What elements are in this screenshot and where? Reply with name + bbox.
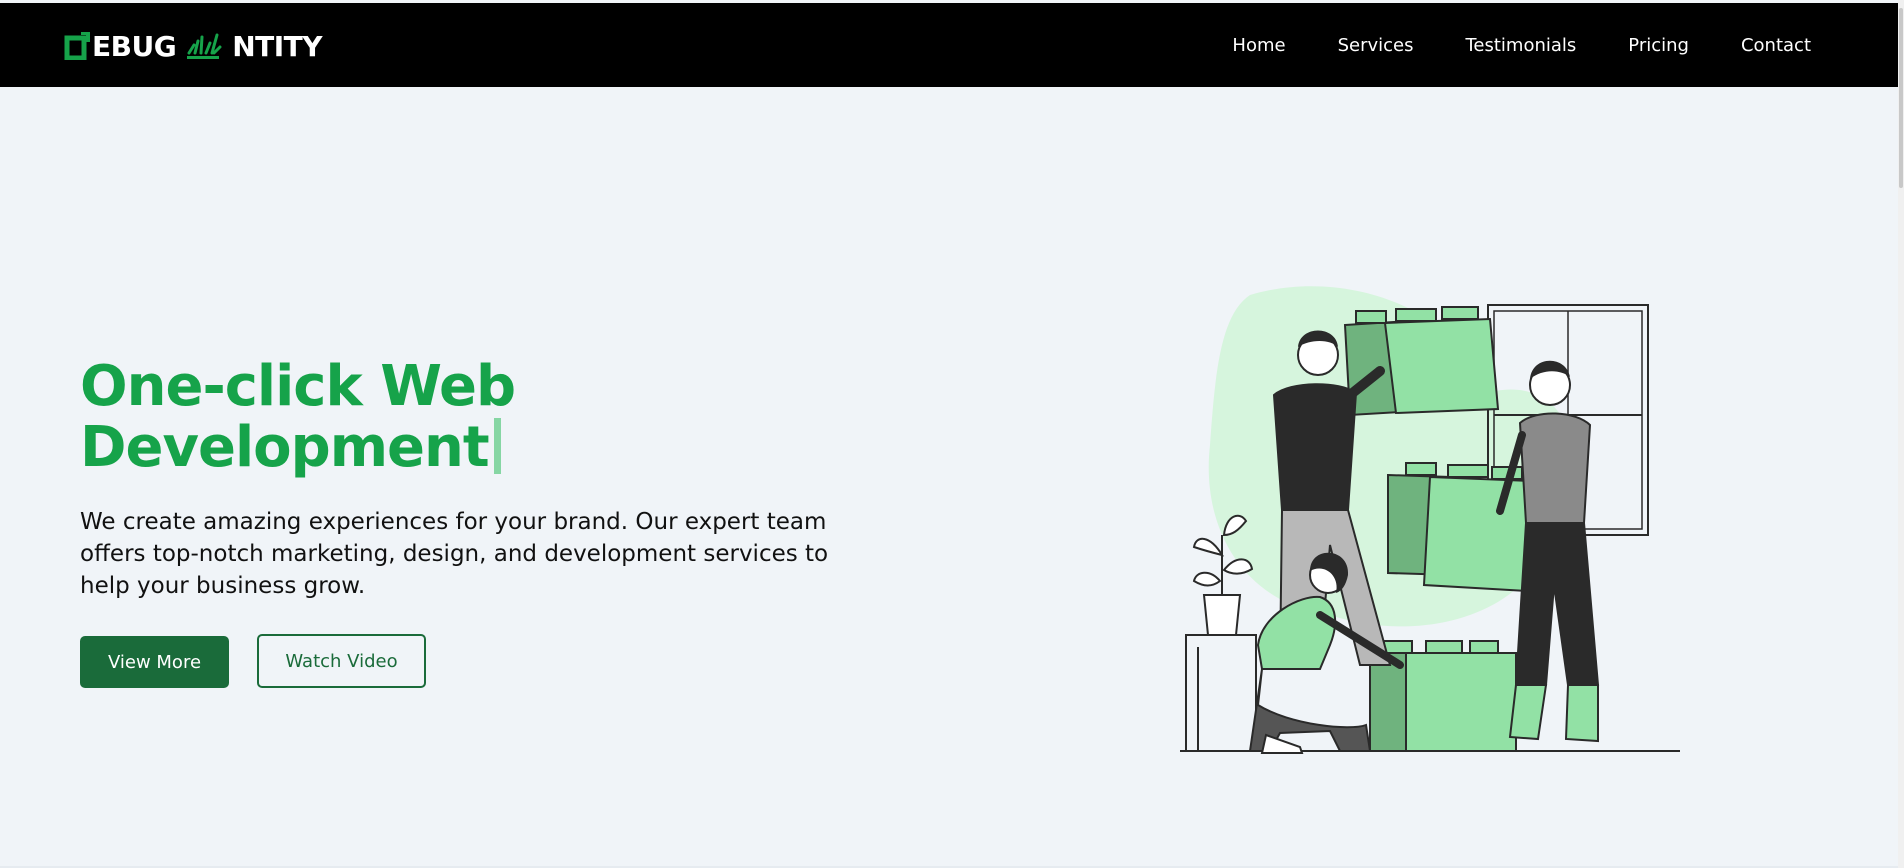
view-more-button[interactable]: View More	[80, 636, 229, 688]
hero-description: We create amazing experiences for your b…	[80, 509, 829, 599]
scrollbar-thumb[interactable]	[1899, 8, 1903, 188]
hero-title-line1: One-click Web	[80, 354, 516, 419]
page-scrollbar[interactable]	[1898, 0, 1904, 868]
top-box-illustration	[1343, 306, 1500, 417]
hero-illustration	[1180, 286, 1680, 754]
watch-video-button[interactable]: Watch Video	[257, 634, 426, 688]
logo-d-icon	[64, 32, 90, 60]
logo-i-grass-icon	[187, 33, 222, 59]
nav-link-testimonials[interactable]: Testimonials	[1465, 35, 1576, 56]
nav-link-pricing[interactable]: Pricing	[1628, 35, 1689, 56]
typing-caret	[493, 418, 501, 474]
nav-link-services[interactable]: Services	[1338, 35, 1414, 56]
logo-text-part2: NTITY	[232, 29, 323, 63]
nav-link-home[interactable]: Home	[1232, 35, 1285, 56]
hero-title: One-click Web Development	[80, 356, 780, 478]
hero-title-line2: Development	[80, 415, 490, 480]
nav-link-contact[interactable]: Contact	[1741, 35, 1811, 56]
logo-text-part1: EBUG	[92, 29, 177, 63]
navbar: EBUG NTITY Home Services Testimonials Pr…	[0, 3, 1898, 87]
nav-links: Home Services Testimonials Pricing Conta…	[1232, 3, 1811, 87]
brand-logo[interactable]: EBUG NTITY	[64, 29, 323, 63]
